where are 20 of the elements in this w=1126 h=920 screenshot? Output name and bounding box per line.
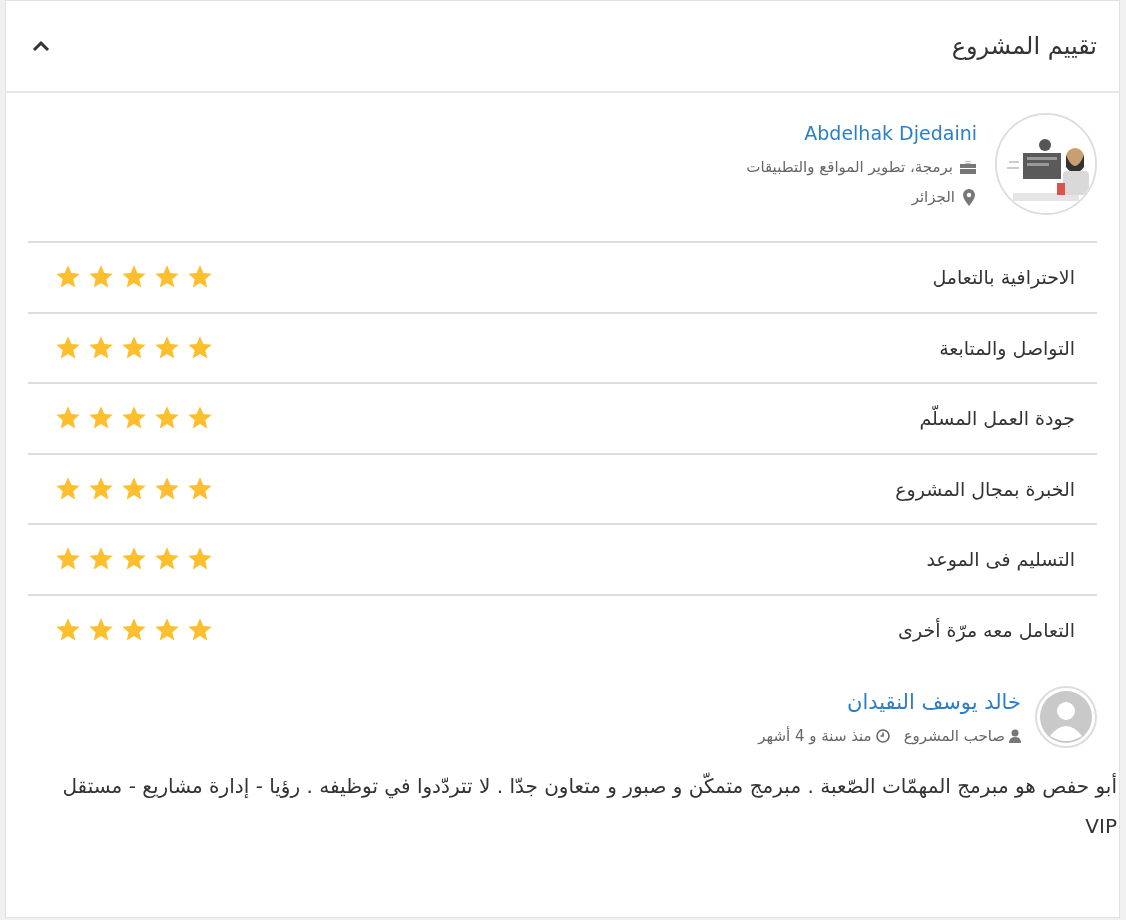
freelancer-name[interactable]: Abdelhak Djedaini xyxy=(746,119,977,148)
reviewer-name[interactable]: خالد يوسف النقيدان xyxy=(758,687,1021,719)
reviewer-role: صاحب المشروع xyxy=(903,725,1005,747)
specialty-text: برمجة، تطوير المواقع والتطبيقات xyxy=(746,156,953,178)
rating-label: التسليم فى الموعد xyxy=(926,547,1075,573)
user-avatar-icon xyxy=(1035,686,1097,748)
clock-icon xyxy=(875,728,890,743)
user-icon xyxy=(1009,728,1021,743)
rating-label: التعامل معه مرّة أخرى xyxy=(898,617,1075,644)
chevron-icon xyxy=(32,40,50,52)
review-time: منذ سنة و 4 أشهر xyxy=(758,725,872,747)
rating-label: الخبرة بمجال المشروع xyxy=(895,476,1075,503)
briefcase-icon xyxy=(959,159,977,175)
rating-label: الاحترافية بالتعامل xyxy=(932,265,1075,291)
review-text: أبو حفص هو مبرمج المهمّات الصّعبة . مبرمج متمكّن و صبور و متعاون جدّا . لا تتردّدوا في توظيفه . رؤيا - إدارة مشاريع - مستقل VIP xyxy=(61,771,1117,840)
rating-label: جودة العمل المسلّم xyxy=(919,404,1075,432)
country-text: الجزائر xyxy=(911,187,955,209)
rating-label: التواصل والمتابعة xyxy=(939,335,1075,362)
location-pin-icon xyxy=(963,189,975,206)
panel-title: تقييم المشروع xyxy=(951,31,1097,62)
